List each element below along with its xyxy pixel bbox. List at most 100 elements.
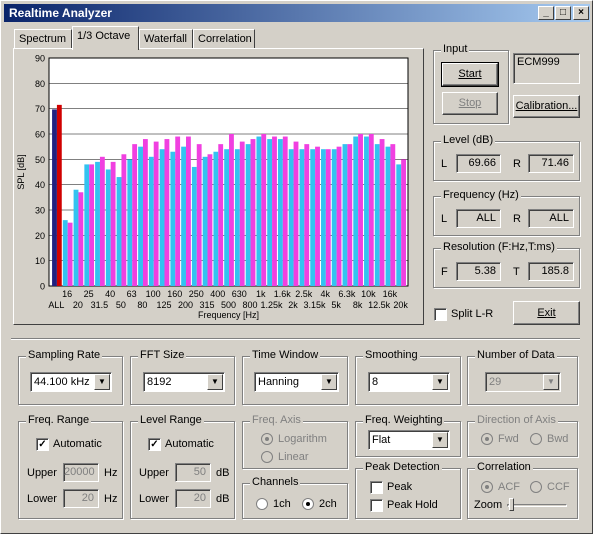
bar-l-16k bbox=[385, 146, 391, 286]
chevron-down-icon: ▼ bbox=[207, 374, 223, 390]
time-window-select[interactable]: Hanning ▼ bbox=[254, 372, 339, 392]
bar-r-6.3k bbox=[347, 144, 353, 286]
x-tick-label: 31.5 bbox=[91, 300, 109, 310]
bar-r-250 bbox=[196, 144, 202, 286]
peak-checkbox[interactable] bbox=[370, 481, 383, 494]
bar-l-315 bbox=[202, 156, 208, 286]
res-f-value: 5.38 bbox=[456, 262, 501, 281]
stop-button[interactable]: Stop bbox=[442, 92, 498, 115]
split-lr-checkbox[interactable] bbox=[434, 308, 447, 321]
level-range-auto-checkbox[interactable]: ✓ bbox=[148, 438, 161, 451]
peak-hold-label: Peak Hold bbox=[387, 499, 438, 511]
level-l-value: 69.66 bbox=[456, 154, 501, 173]
calibration-button[interactable]: Calibration... bbox=[513, 95, 580, 118]
x-tick-label: 8k bbox=[353, 300, 363, 310]
smoothing-select[interactable]: 8 ▼ bbox=[368, 372, 450, 392]
bar-l-80 bbox=[138, 146, 143, 286]
minimize-button[interactable]: _ bbox=[538, 6, 554, 20]
freq-range-auto-checkbox[interactable]: ✓ bbox=[36, 438, 49, 451]
y-tick-label: 80 bbox=[35, 79, 45, 89]
bar-r-315 bbox=[207, 154, 213, 286]
number-of-data-select[interactable]: 29 ▼ bbox=[485, 372, 561, 392]
level-lower-input[interactable]: 20 bbox=[175, 489, 211, 508]
freq-upper-input[interactable]: 20000 bbox=[63, 463, 99, 482]
x-tick-label: 50 bbox=[116, 300, 126, 310]
bar-r-50 bbox=[121, 154, 127, 286]
number-of-data-label: Number of Data bbox=[475, 349, 557, 361]
bar-l-31.5 bbox=[95, 161, 100, 286]
direction-label: Direction of Axis bbox=[475, 414, 558, 426]
direction-bwd-radio[interactable] bbox=[530, 433, 542, 445]
sampling-rate-select[interactable]: 44.100 kHz ▼ bbox=[30, 372, 112, 392]
freq-axis-linear-label: Linear bbox=[278, 451, 309, 463]
fft-size-label: FFT Size bbox=[138, 349, 187, 361]
channels-1ch-label: 1ch bbox=[273, 498, 291, 510]
close-button[interactable]: × bbox=[573, 6, 589, 20]
freq-axis-log-radio[interactable] bbox=[261, 433, 273, 445]
tab-waterfall[interactable]: Waterfall bbox=[139, 29, 193, 49]
bar-l-1.6k bbox=[277, 139, 283, 286]
maximize-button[interactable]: □ bbox=[555, 6, 571, 20]
correlation-ccf-radio[interactable] bbox=[530, 481, 542, 493]
y-tick-label: 0 bbox=[40, 282, 45, 292]
level-r-label: R bbox=[513, 158, 521, 170]
zoom-slider-thumb[interactable] bbox=[509, 498, 514, 511]
x-tick-label: 3.15k bbox=[304, 300, 327, 310]
correlation-acf-radio[interactable] bbox=[481, 481, 493, 493]
freq-lower-input[interactable]: 20 bbox=[63, 489, 99, 508]
x-tick-label: 4k bbox=[321, 289, 331, 299]
tab-spectrum[interactable]: Spectrum bbox=[14, 29, 72, 49]
number-of-data-value: 29 bbox=[489, 376, 502, 388]
bar-r-31.5 bbox=[99, 156, 105, 286]
level-upper-label: Upper bbox=[139, 467, 169, 479]
freq-weighting-select[interactable]: Flat ▼ bbox=[368, 430, 450, 450]
bar-r-10k bbox=[368, 134, 374, 286]
freq-axis-linear-radio[interactable] bbox=[261, 451, 273, 463]
peak-hold-checkbox[interactable] bbox=[370, 499, 383, 512]
freq-weighting-value: Flat bbox=[372, 434, 391, 446]
x-tick-label: 63 bbox=[127, 289, 137, 299]
exit-button[interactable]: Exit bbox=[513, 301, 580, 325]
start-button[interactable]: Start bbox=[441, 62, 499, 87]
sampling-rate-label: Sampling Rate bbox=[26, 349, 103, 361]
y-tick-label: 40 bbox=[35, 180, 45, 190]
bar-r-3.15k bbox=[315, 146, 320, 286]
freq-axis-log-label: Logarithm bbox=[278, 433, 327, 445]
bar-r-1.25k bbox=[272, 136, 277, 286]
bar-l-800 bbox=[245, 144, 251, 286]
x-tick-label: 160 bbox=[167, 289, 182, 299]
y-tick-label: 90 bbox=[35, 54, 45, 64]
freq-upper-unit: Hz bbox=[104, 467, 118, 479]
tab-correlation[interactable]: Correlation bbox=[193, 29, 255, 49]
bar-l-100 bbox=[148, 156, 154, 286]
exit-button-label: Exit bbox=[537, 307, 556, 319]
fft-size-value: 8192 bbox=[147, 376, 172, 388]
correlation-ccf-label: CCF bbox=[547, 481, 570, 493]
x-tick-label: 80 bbox=[137, 300, 147, 310]
x-tick-label: 500 bbox=[221, 300, 236, 310]
bar-l-4k bbox=[321, 149, 326, 286]
bar-r-1k bbox=[261, 134, 267, 286]
bar-l-8k bbox=[353, 136, 359, 286]
fft-size-select[interactable]: 8192 ▼ bbox=[143, 372, 225, 392]
direction-fwd-radio[interactable] bbox=[481, 433, 493, 445]
tab-third-octave[interactable]: 1/3 Octave bbox=[72, 26, 139, 50]
res-t-label: T bbox=[513, 266, 520, 278]
level-range-auto-label: Automatic bbox=[165, 438, 214, 450]
y-tick-label: 70 bbox=[35, 104, 45, 114]
bar-r-20 bbox=[78, 192, 84, 286]
main-window: Realtime Analyzer _ □ × Spectrum 1/3 Oct… bbox=[0, 0, 593, 534]
channels-2ch-radio[interactable] bbox=[302, 498, 314, 510]
title-bar[interactable]: Realtime Analyzer _ □ × bbox=[4, 4, 590, 22]
channels-2ch-label: 2ch bbox=[319, 498, 337, 510]
bar-r-12.5k bbox=[379, 139, 385, 286]
bar-l-3.15k bbox=[310, 149, 316, 286]
channels-1ch-radio[interactable] bbox=[256, 498, 268, 510]
bar-r-400 bbox=[218, 144, 224, 286]
zoom-slider-track[interactable] bbox=[507, 504, 567, 507]
level-r-value: 71.46 bbox=[528, 154, 574, 173]
start-button-label: Start bbox=[458, 68, 482, 80]
bar-r-125 bbox=[164, 139, 170, 286]
level-upper-input[interactable]: 50 bbox=[175, 463, 211, 482]
level-range-label: Level Range bbox=[138, 414, 204, 426]
